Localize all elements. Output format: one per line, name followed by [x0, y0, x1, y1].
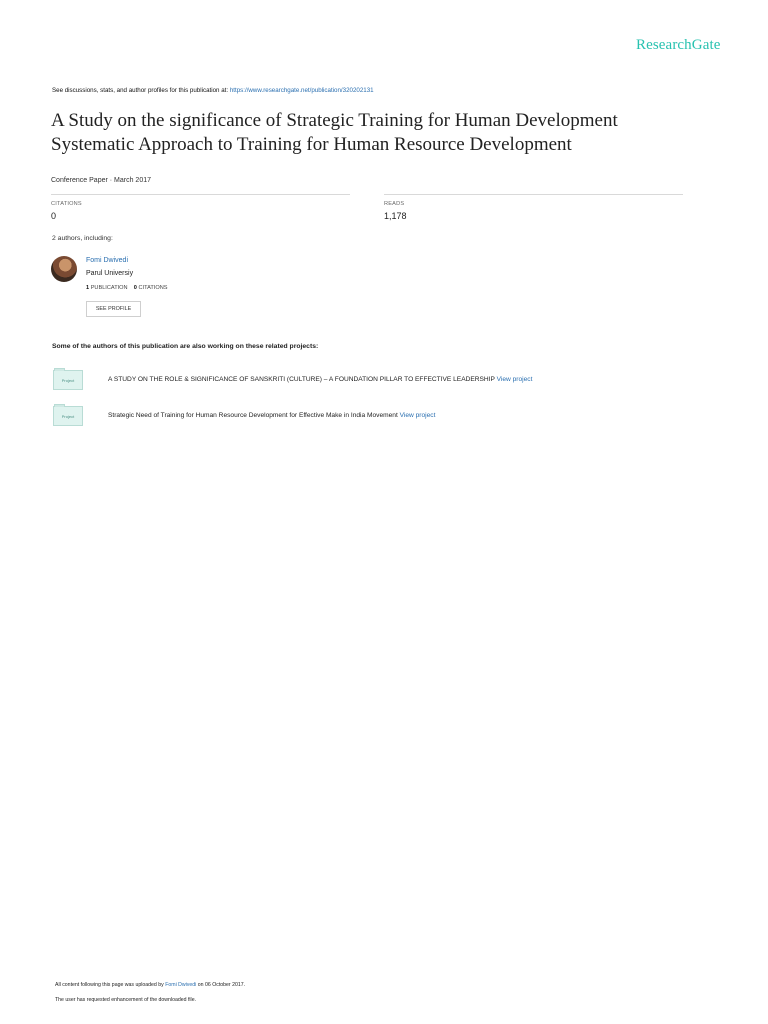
paper-meta: Conference Paper · March 2017 [51, 177, 151, 184]
author-affiliation: Parul Universiy [86, 270, 134, 277]
project-folder-icon: Project [53, 368, 83, 390]
paper-title: A Study on the significance of Strategic… [51, 109, 731, 157]
upload-prefix: All content following this page was uplo… [55, 982, 164, 988]
enhancement-note: The user has requested enhancement of th… [55, 997, 197, 1003]
uploader-link[interactable]: Fomi Dwivedi [165, 982, 196, 988]
project-item: A STUDY ON THE ROLE & SIGNIFICANCE OF SA… [108, 376, 532, 383]
author-publications-count: 1 [86, 285, 90, 291]
discussion-text: See discussions, stats, and author profi… [52, 87, 229, 94]
project-title: A STUDY ON THE ROLE & SIGNIFICANCE OF SA… [108, 376, 495, 383]
author-citations-count: 0 [133, 285, 137, 291]
project-icon-label: Project [61, 413, 75, 419]
view-project-link[interactable]: View project [497, 376, 533, 383]
project-title: Strategic Need of Training for Human Res… [108, 412, 398, 419]
paper-title-line-1: A Study on the significance of Strategic… [51, 110, 618, 131]
reads-label: READS [384, 201, 405, 207]
paper-title-line-2: Systematic Approach to Training for Huma… [51, 134, 572, 155]
view-project-link[interactable]: View project [400, 412, 436, 419]
author-stats: 1 PUBLICATION 0 CITATIONS [86, 285, 168, 291]
upload-suffix: on 06 October 2017. [197, 982, 246, 988]
see-profile-button[interactable]: SEE PROFILE [86, 301, 141, 317]
project-item: Strategic Need of Training for Human Res… [108, 412, 435, 419]
project-folder-icon: Project [53, 404, 83, 426]
publication-link[interactable]: https://www.researchgate.net/publication… [230, 87, 374, 94]
project-icon-label: Project [61, 377, 75, 383]
authors-heading: 2 authors, including: [52, 235, 113, 242]
reads-value: 1,178 [384, 211, 407, 221]
author-name-link[interactable]: Fomi Dwivedi [86, 257, 128, 264]
discussion-notice: See discussions, stats, and author profi… [52, 87, 374, 94]
author-citations-label: CITATIONS [138, 285, 168, 291]
author-publications-label: PUBLICATION [90, 285, 128, 291]
related-projects-heading: Some of the authors of this publication … [52, 343, 319, 350]
upload-notice: All content following this page was uplo… [55, 982, 245, 988]
researchgate-logo[interactable]: ResearchGate [636, 37, 720, 54]
citations-value: 0 [51, 211, 57, 221]
citations-label: CITATIONS [51, 201, 82, 207]
author-avatar[interactable] [51, 256, 77, 282]
divider-reads [384, 194, 683, 195]
divider-citations [51, 194, 350, 195]
